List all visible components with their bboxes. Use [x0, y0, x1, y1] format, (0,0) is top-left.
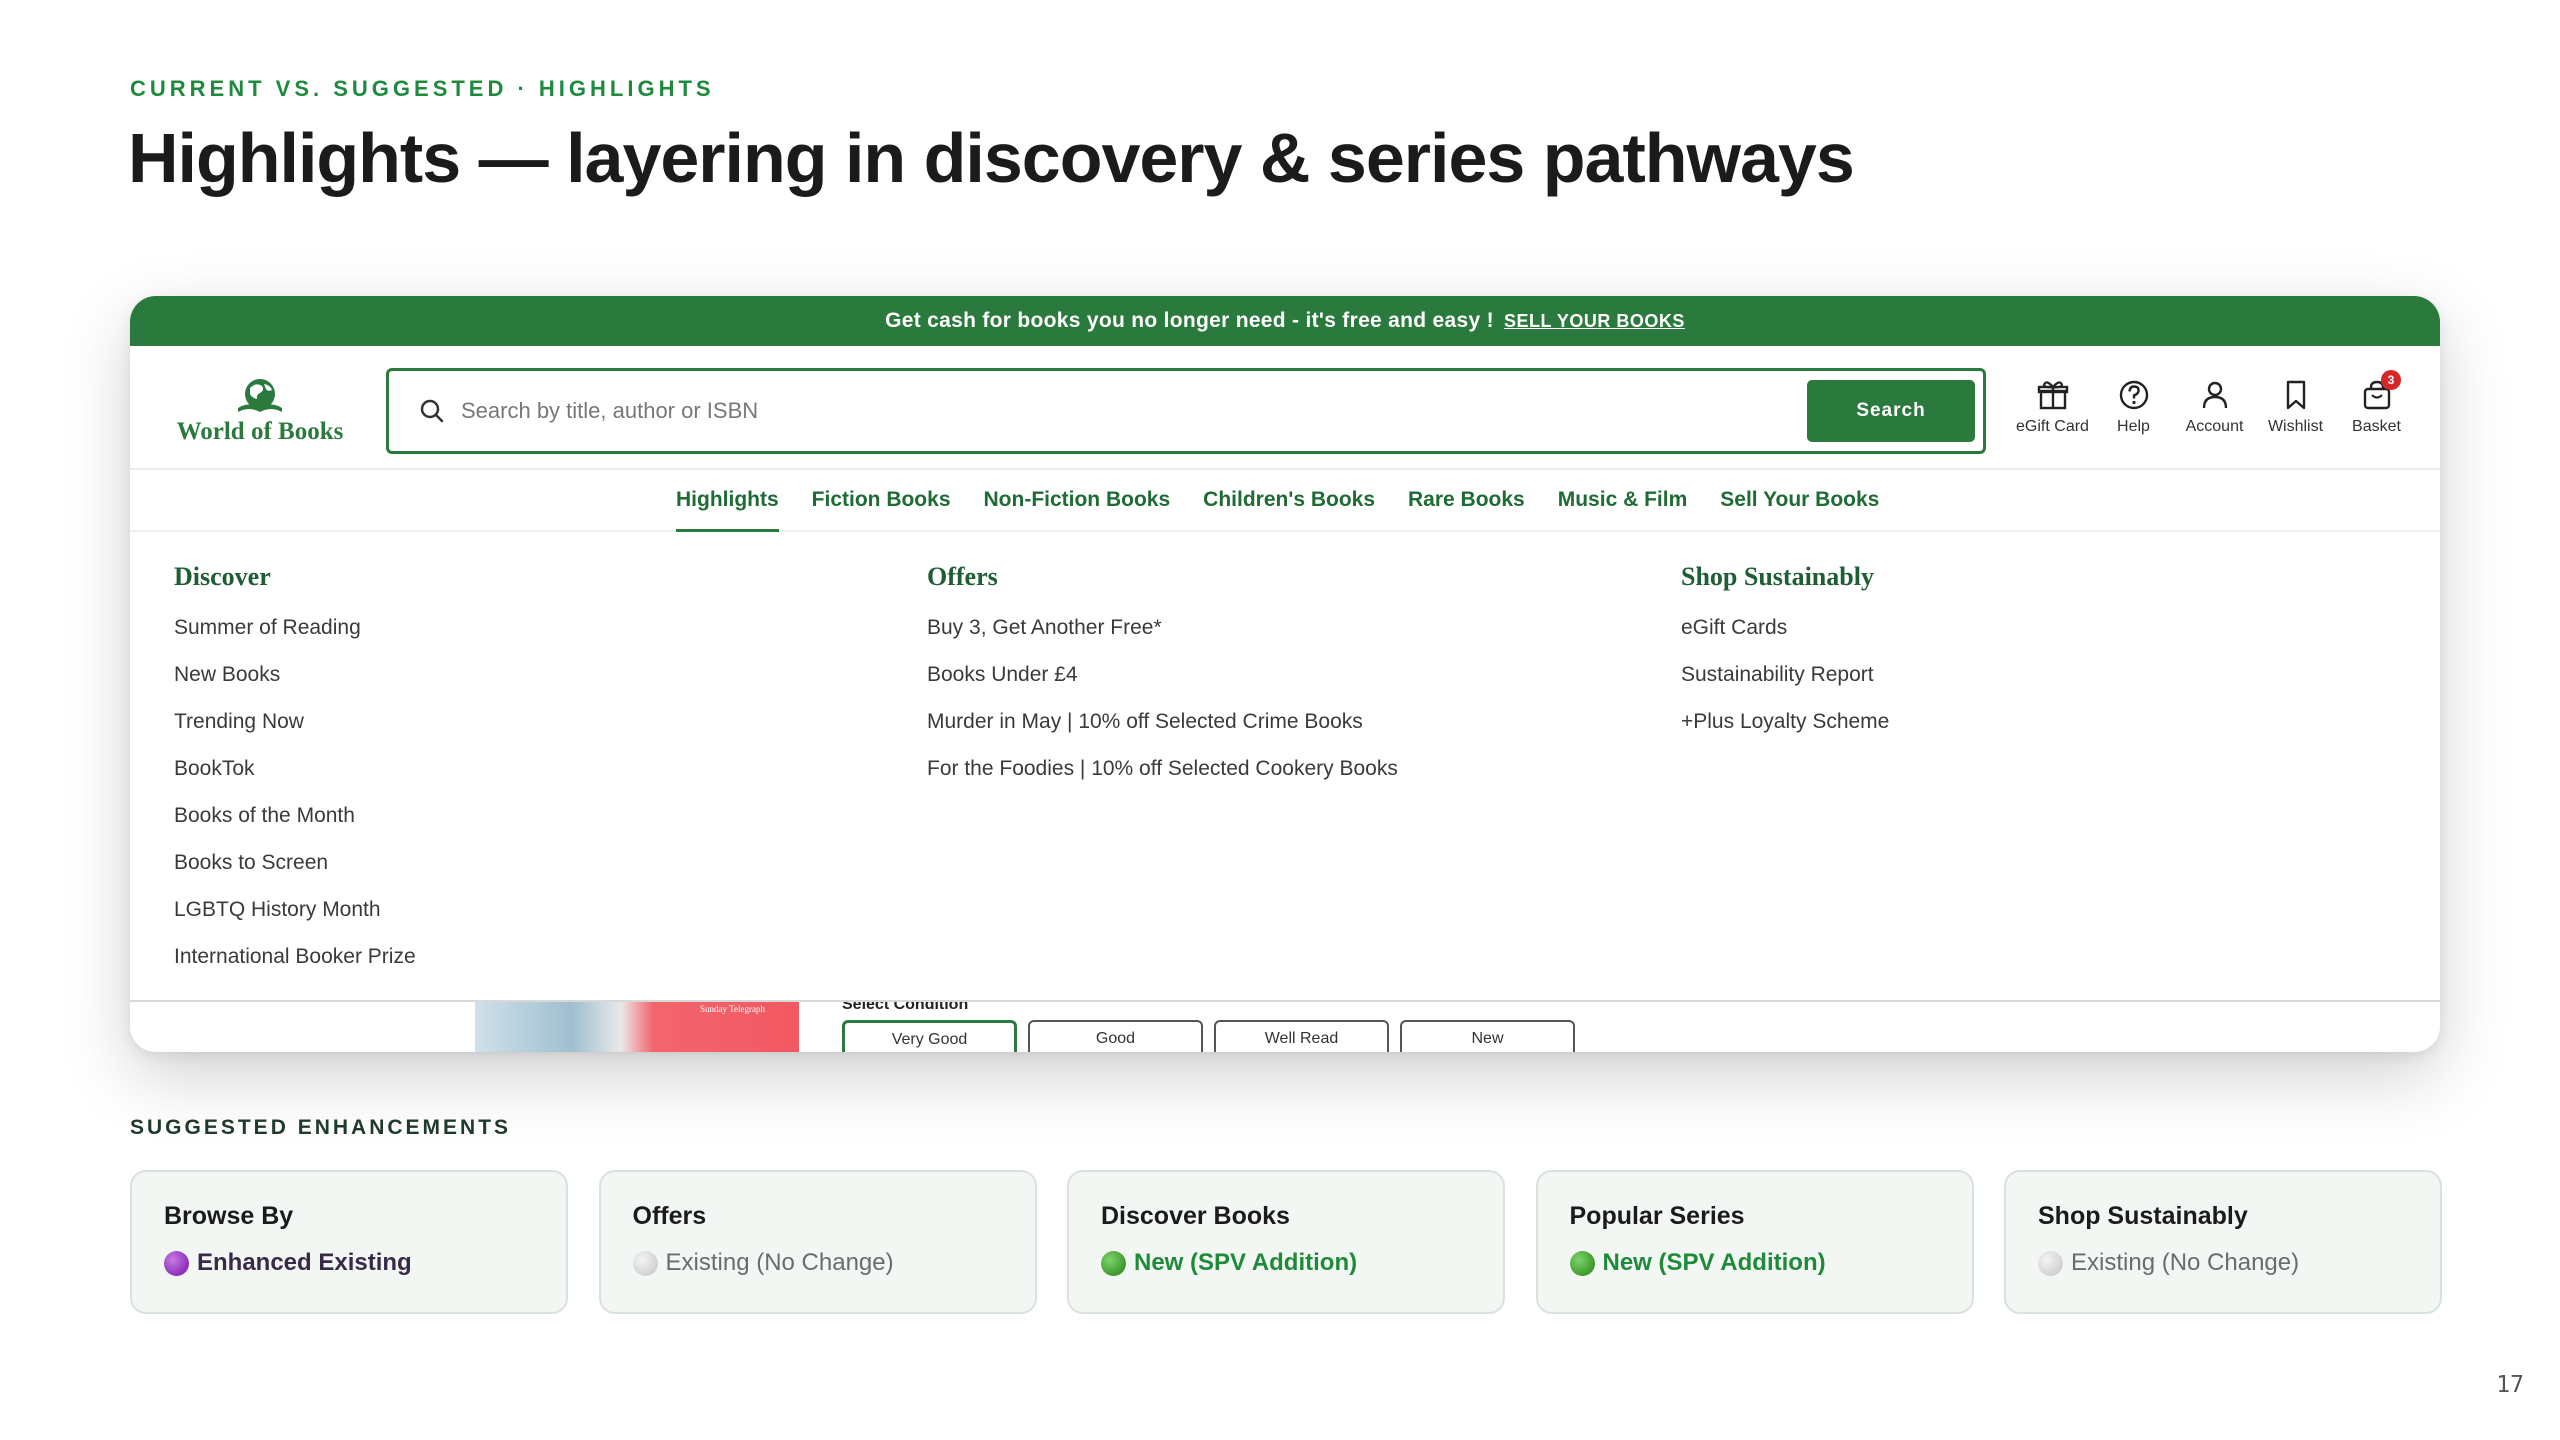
search-bar: Search	[386, 368, 1986, 454]
world-of-books-logo[interactable]: World of Books	[170, 376, 350, 446]
nav-tab-childrens-books[interactable]: Children's Books	[1203, 470, 1375, 530]
logo-text: World of Books	[176, 418, 344, 445]
menu-link-books-to-screen[interactable]: Books to Screen	[174, 839, 416, 886]
green-circle-icon	[1101, 1250, 1126, 1276]
card-status: New (SPV Addition)	[1569, 1249, 1940, 1277]
nav-tab-highlights[interactable]: Highlights	[676, 470, 779, 532]
condition-very-good-button[interactable]: Very Good	[842, 1020, 1017, 1052]
menu-link-summer-of-reading[interactable]: Summer of Reading	[174, 604, 416, 651]
book-cover-caption: Sunday Telegraph	[700, 1004, 765, 1014]
promo-banner[interactable]: Get cash for books you no longer need - …	[130, 296, 2440, 346]
menu-link-plus-loyalty-scheme[interactable]: +Plus Loyalty Scheme	[1681, 698, 1889, 745]
menu-link-trending-now[interactable]: Trending Now	[174, 698, 416, 745]
select-condition-label: Select Condition	[842, 1000, 969, 1013]
enhancement-card-offers: Offers Existing (No Change)	[598, 1170, 1037, 1314]
page-number: 17	[2496, 1372, 2524, 1398]
globe-book-icon	[238, 379, 282, 412]
enhancement-card-shop-sustainably: Shop Sustainably Existing (No Change)	[2004, 1170, 2442, 1314]
header-actions: eGift Card Help Account Wishlist 3 Baske…	[2012, 370, 2417, 436]
offers-heading: Offers	[927, 562, 998, 591]
white-circle-icon	[2038, 1250, 2063, 1276]
highlights-mega-menu: Discover Summer of Reading New Books Tre…	[130, 532, 2440, 1000]
suggested-enhancements-label: SUGGESTED ENHANCEMENTS	[130, 1116, 512, 1139]
card-title: Discover Books	[1101, 1202, 1290, 1230]
card-status-text: New (SPV Addition)	[1602, 1249, 1826, 1276]
menu-link-egift-cards[interactable]: eGift Cards	[1681, 604, 1889, 651]
card-title: Shop Sustainably	[2038, 1202, 2248, 1230]
menu-link-books-under-4[interactable]: Books Under £4	[927, 651, 1398, 698]
card-status: New (SPV Addition)	[1101, 1249, 1471, 1277]
menu-link-buy-3-get-another-free[interactable]: Buy 3, Get Another Free*	[927, 604, 1398, 651]
basket-button[interactable]: 3 Basket	[2336, 370, 2417, 436]
shop-sustainably-heading: Shop Sustainably	[1681, 562, 1874, 591]
basket-label: Basket	[2352, 418, 2401, 435]
account-icon	[2202, 381, 2227, 409]
mega-col-shop-sustainably: Shop Sustainably eGift Cards Sustainabil…	[1681, 562, 1889, 745]
menu-link-books-of-the-month[interactable]: Books of the Month	[174, 792, 416, 839]
slide-eyebrow: CURRENT VS. SUGGESTED · HIGHLIGHTS	[130, 76, 715, 101]
help-label: Help	[2117, 418, 2150, 435]
condition-well-read-button[interactable]: Well Read	[1214, 1020, 1389, 1052]
search-icon	[420, 399, 444, 423]
menu-link-sustainability-report[interactable]: Sustainability Report	[1681, 651, 1889, 698]
underlying-product-page-peek: Sunday Telegraph Select Condition Very G…	[130, 1000, 2440, 1052]
card-title: Offers	[632, 1202, 707, 1230]
search-button[interactable]: Search	[1807, 380, 1975, 442]
enhancement-card-discover-books: Discover Books New (SPV Addition)	[1067, 1170, 1505, 1314]
card-status-text: Existing (No Change)	[665, 1249, 894, 1276]
card-status: Existing (No Change)	[2038, 1249, 2408, 1277]
menu-link-for-the-foodies[interactable]: For the Foodies | 10% off Selected Cooke…	[927, 745, 1398, 792]
mega-col-discover: Discover Summer of Reading New Books Tre…	[174, 562, 416, 980]
sell-your-books-link[interactable]: SELL YOUR BOOKS	[1504, 311, 1685, 331]
mega-col-offers: Offers Buy 3, Get Another Free* Books Un…	[927, 562, 1398, 792]
enhancement-card-browse-by: Browse By Enhanced Existing	[130, 1170, 568, 1314]
card-status: Enhanced Existing	[164, 1249, 534, 1277]
nav-tab-fiction-books[interactable]: Fiction Books	[812, 470, 951, 530]
promo-text: Get cash for books you no longer need - …	[885, 309, 1494, 332]
nav-tab-non-fiction-books[interactable]: Non-Fiction Books	[984, 470, 1171, 530]
card-status-text: Enhanced Existing	[197, 1249, 412, 1276]
wishlist-button[interactable]: Wishlist	[2255, 378, 2336, 436]
egift-card-button[interactable]: eGift Card	[2012, 378, 2093, 436]
discover-heading: Discover	[174, 562, 271, 591]
enhancement-card-popular-series: Popular Series New (SPV Addition)	[1535, 1170, 1974, 1314]
page-title: Highlights — layering in discovery & ser…	[128, 119, 1855, 197]
help-button[interactable]: Help	[2093, 378, 2174, 436]
account-label: Account	[2185, 418, 2244, 435]
menu-link-international-booker-prize[interactable]: International Booker Prize	[174, 933, 416, 980]
account-button[interactable]: Account	[2174, 378, 2255, 436]
card-title: Browse By	[164, 1202, 294, 1230]
menu-link-murder-in-may[interactable]: Murder in May | 10% off Selected Crime B…	[927, 698, 1398, 745]
bookmark-icon	[2286, 380, 2305, 410]
nav-tab-music-film[interactable]: Music & Film	[1558, 470, 1688, 530]
condition-good-button[interactable]: Good	[1028, 1020, 1203, 1052]
search-input[interactable]	[461, 371, 1761, 451]
basket-count-badge: 3	[2381, 370, 2401, 390]
wishlist-label: Wishlist	[2267, 418, 2324, 435]
condition-new-button[interactable]: New	[1400, 1020, 1575, 1052]
website-screenshot: Get cash for books you no longer need - …	[130, 296, 2440, 1052]
help-icon	[2119, 380, 2148, 410]
card-status-text: Existing (No Change)	[2071, 1249, 2300, 1276]
gift-icon	[2037, 381, 2068, 410]
green-circle-icon	[1569, 1250, 1595, 1276]
purple-circle-icon	[164, 1250, 189, 1276]
egift-card-label: eGift Card	[2016, 418, 2089, 435]
card-status-text: New (SPV Addition)	[1134, 1249, 1358, 1276]
nav-tab-sell-your-books[interactable]: Sell Your Books	[1720, 470, 1879, 530]
nav-tab-rare-books[interactable]: Rare Books	[1408, 470, 1525, 530]
enhancement-cards: Browse By Enhanced Existing Offers Exist…	[130, 1170, 2442, 1314]
menu-link-lgbtq-history-month[interactable]: LGBTQ History Month	[174, 886, 416, 933]
menu-link-new-books[interactable]: New Books	[174, 651, 416, 698]
card-status: Existing (No Change)	[632, 1249, 1003, 1277]
white-circle-icon	[632, 1250, 658, 1276]
menu-link-booktok[interactable]: BookTok	[174, 745, 416, 792]
condition-options: Very Good Good Well Read New	[842, 1020, 1575, 1052]
main-nav: Highlights Fiction Books Non-Fiction Boo…	[130, 470, 2440, 532]
site-header: World of Books Search eGift Card	[130, 346, 2440, 470]
card-title: Popular Series	[1569, 1202, 1745, 1230]
